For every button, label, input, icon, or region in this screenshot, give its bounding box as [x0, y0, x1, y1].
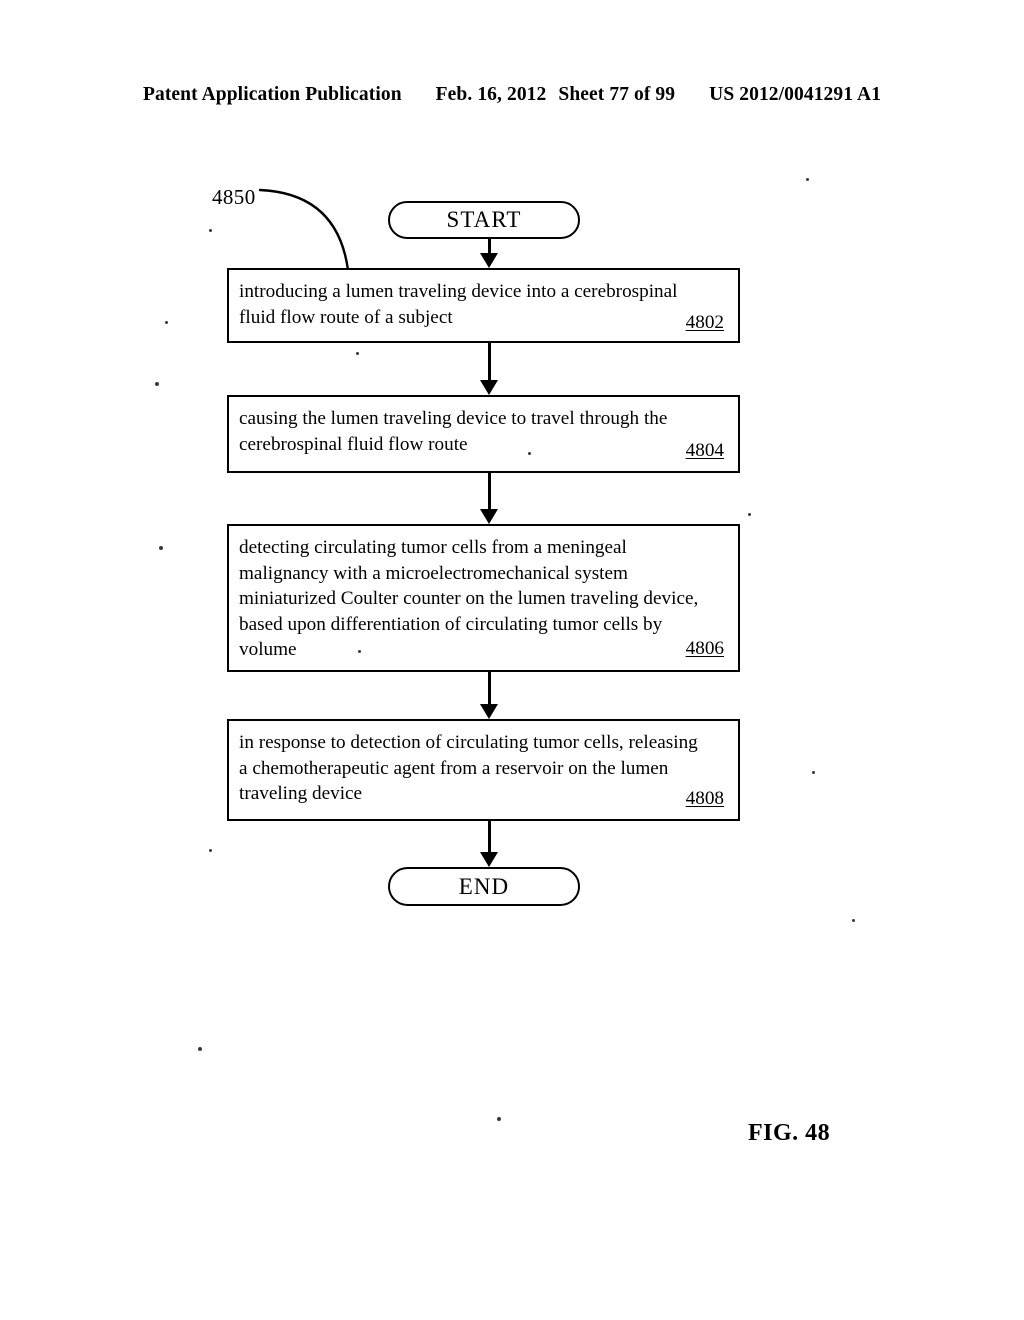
step-4802-text: introducing a lumen traveling device int… [239, 281, 678, 328]
scan-speckle [159, 546, 163, 550]
scan-speckle [748, 513, 751, 516]
figure-reference-label: 4850 [212, 185, 256, 209]
scan-speckle [209, 229, 212, 232]
scan-speckle [356, 352, 359, 355]
figure-caption: FIG. 48 [748, 1120, 831, 1146]
step-4804-text: causing the lumen traveling device to tr… [239, 408, 668, 455]
flowchart-step-4804: causing the lumen traveling device to tr… [227, 395, 740, 473]
connector-arrow-step2-to-step3 [478, 473, 502, 524]
step-4808-reference: 4808 [685, 788, 724, 809]
scan-speckle [155, 382, 159, 386]
step-4802-reference: 4802 [685, 312, 724, 333]
flowchart-end-terminal: END [388, 867, 580, 906]
step-4806-reference: 4806 [685, 638, 724, 659]
scan-speckle [528, 452, 531, 455]
scan-speckle [209, 849, 212, 852]
start-terminal-label: START [446, 207, 522, 232]
scan-speckle [852, 919, 855, 922]
flowchart-step-4802: introducing a lumen traveling device int… [227, 268, 740, 343]
arrow-shaft [488, 672, 491, 706]
leader-line [258, 188, 350, 272]
arrow-head [480, 380, 498, 395]
scan-speckle [806, 178, 809, 181]
step-4804-reference: 4804 [685, 440, 724, 461]
arrow-head [480, 852, 498, 867]
arrow-shaft [488, 343, 491, 382]
arrow-shaft [488, 473, 491, 511]
scan-speckle [198, 1047, 202, 1051]
arrow-shaft [488, 821, 491, 854]
connector-arrow-step1-to-step2 [478, 343, 502, 395]
flowchart-step-4808: in response to detection of circulating … [227, 719, 740, 821]
end-terminal-label: END [458, 873, 510, 899]
scan-speckle [358, 650, 361, 653]
arrow-head [480, 704, 498, 719]
connector-arrow-step3-to-step4 [478, 672, 502, 719]
arrow-head [480, 253, 498, 268]
connector-arrow-step4-to-end [478, 821, 502, 867]
step-4808-text: in response to detection of circulating … [239, 732, 698, 805]
arrow-head [480, 509, 498, 524]
step-4806-text: detecting circulating tumor cells from a… [239, 537, 699, 661]
connector-arrow-start-to-step1 [478, 239, 502, 268]
scan-speckle [497, 1117, 501, 1121]
flowchart-start-terminal: START [388, 201, 580, 239]
flowchart-step-4806: detecting circulating tumor cells from a… [227, 524, 740, 672]
flowchart-diagram: 4850 START introducing a lumen traveling… [0, 0, 1024, 1320]
scan-speckle [812, 771, 815, 774]
scan-speckle [165, 321, 168, 324]
